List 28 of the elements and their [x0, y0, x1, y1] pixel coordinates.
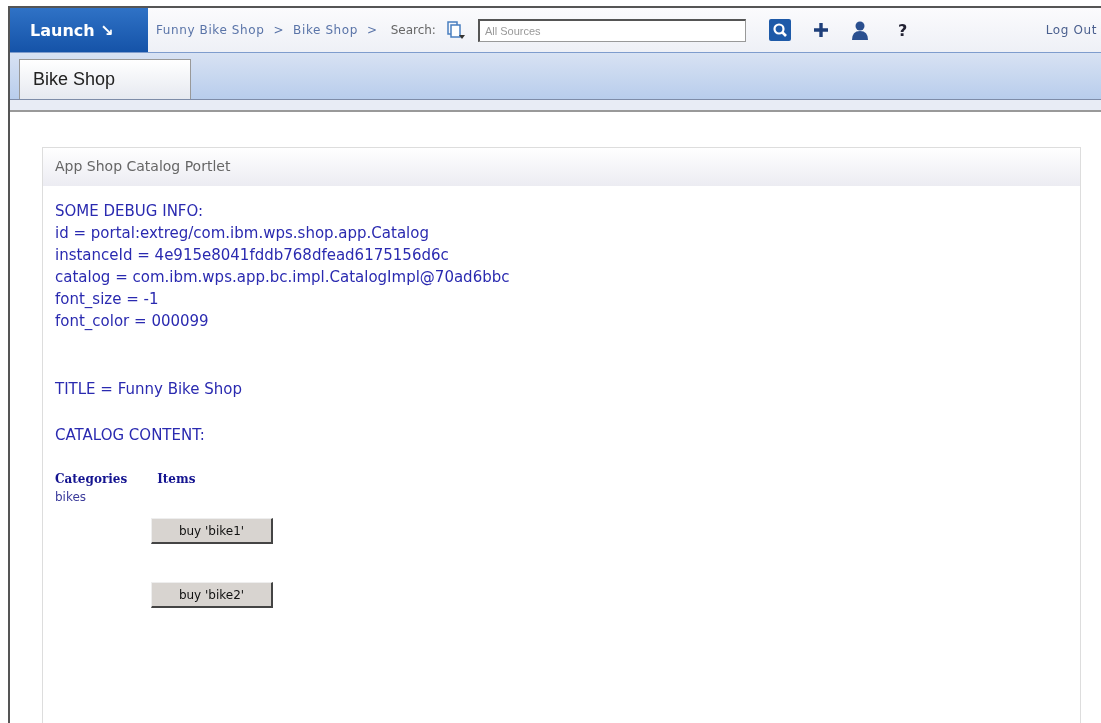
breadcrumb-link[interactable]: Bike Shop	[293, 23, 358, 37]
buy-button[interactable]: buy 'bike2'	[151, 582, 273, 608]
breadcrumb-separator: >	[273, 23, 285, 37]
debug-line: SOME DEBUG INFO:	[55, 201, 205, 222]
help-link[interactable]: ?	[897, 20, 908, 40]
launch-button[interactable]: Launch ↘	[10, 8, 148, 52]
debug-line: instanceId = 4e915e8041fddb768dfead6175156d6c	[55, 245, 450, 266]
category-link[interactable]: bikes	[55, 490, 1068, 504]
search-label: Search:	[390, 23, 436, 37]
title-line: TITLE = Funny Bike Shop	[55, 380, 243, 398]
buy-button[interactable]: buy 'bike1'	[151, 518, 273, 544]
portlet-title: App Shop Catalog Portlet	[55, 158, 232, 174]
column-header: Categories	[55, 472, 128, 486]
search-scope-icon[interactable]	[444, 20, 465, 40]
breadcrumb-separator: >	[367, 23, 378, 37]
search-field[interactable]: All Sources	[477, 18, 746, 42]
content-heading: CATALOG CONTENT:	[55, 426, 206, 444]
debug-line: id = portal:extreg/com.ibm.wps.shop.app.Catalog	[55, 223, 430, 244]
tab[interactable]: Bike Shop	[19, 59, 191, 99]
plus-icon[interactable]	[811, 21, 830, 39]
search-icon[interactable]	[768, 19, 791, 41]
breadcrumb-link[interactable]: Funny Bike Shop	[156, 23, 265, 37]
debug-line: catalog = com.ibm.wps.app.bc.impl.CatalogImpl@70ad6bbc	[55, 267, 511, 288]
log-out-link[interactable]: Log Out	[1045, 23, 1097, 37]
debug-line: font_size = -1	[55, 289, 160, 310]
column-header: Items	[157, 472, 196, 486]
debug-line: font_color = 000099	[55, 311, 210, 332]
person-icon[interactable]	[850, 20, 869, 40]
